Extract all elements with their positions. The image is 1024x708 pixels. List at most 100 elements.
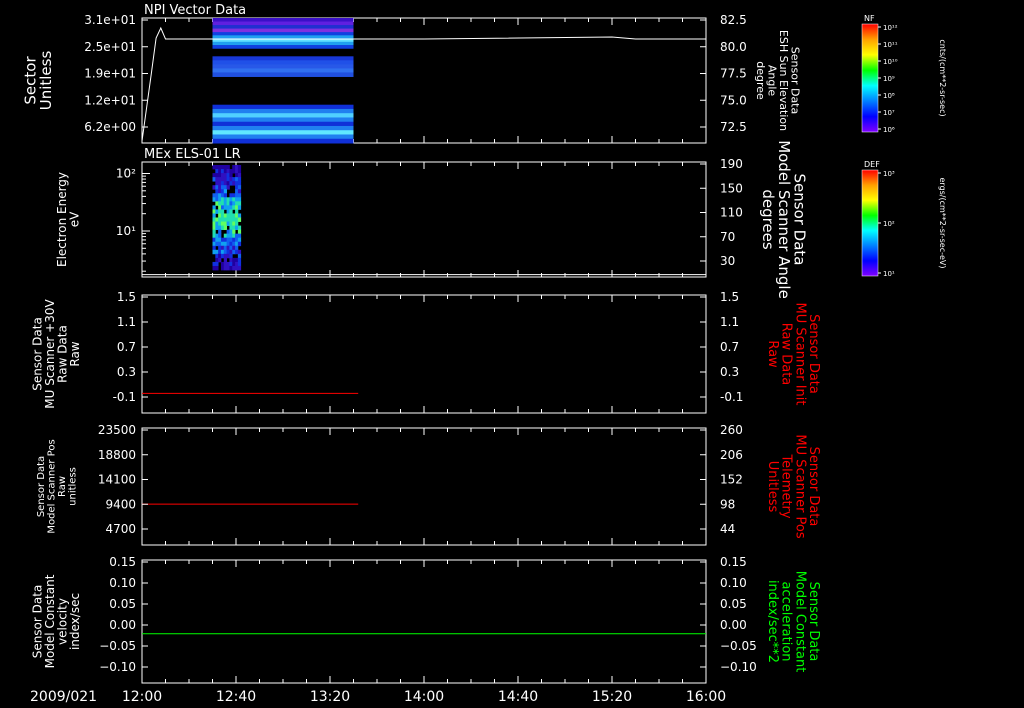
- heatmap-cell: [218, 173, 222, 178]
- panel-3: 1.5 1.1 0.7 0.3 -0.1 1.5 1.1 0.7 0.3 -0.1 Sensor D…: [30, 290, 821, 414]
- heatmap-cell: [226, 245, 230, 251]
- heatmap-cell: [223, 177, 227, 182]
- heatmap-cell: [215, 221, 219, 226]
- time-axis: 2009/021 12:00 12:40 13:20 14:00 14:40 15:20 16…: [30, 689, 726, 705]
- colorbar-scale: [861, 23, 879, 133]
- heatmap-cell: [212, 197, 216, 202]
- heatmap-cell: [223, 245, 227, 251]
- heatmap-cell: [232, 197, 236, 202]
- heatmap-cell: [215, 169, 219, 174]
- y2-axis-label: Sensor DataMU Scanner InitRaw DataRaw: [765, 303, 821, 406]
- heatmap-cell: [226, 213, 230, 218]
- y2-tick-label: 150: [720, 181, 743, 195]
- heatmap-cell: [223, 253, 227, 259]
- heatmap-cell: [237, 237, 242, 243]
- colorbar-unit-label: ergs/(cm**2-sr-sec-eV): [938, 177, 947, 268]
- heatmap-cell: [229, 209, 233, 214]
- panel-title: NPI Vector Data: [144, 3, 246, 18]
- panel-5: 0.15 0.10 0.05 0.00 −0.05 −0.10 0.15 0.10 0.05 0.…: [30, 555, 821, 684]
- colorbar-tick-label: 10⁸: [883, 92, 895, 100]
- heatmap-cell: [215, 261, 219, 267]
- colorbar-tick-label: 10⁷: [883, 109, 895, 117]
- heatmap-cell: [226, 249, 230, 255]
- heatmap-cell: [232, 225, 236, 231]
- heatmap-cell: [215, 257, 219, 263]
- heatmap-cell: [212, 72, 354, 77]
- colorbar-scale: [861, 169, 879, 277]
- heatmap-cell: [223, 241, 227, 247]
- heatmap-cell: [229, 177, 233, 182]
- heatmap-cell: [232, 229, 236, 235]
- heatmap-cell: [226, 253, 230, 259]
- heatmap-cell: [229, 197, 233, 202]
- y2-tick-label: 0.05: [720, 597, 747, 611]
- y2-tick-label: 1.5: [720, 290, 739, 304]
- y-axis-label: Electron EnergyeV: [55, 172, 82, 267]
- heatmap-cell: [237, 253, 242, 259]
- heatmap-cell: [229, 213, 233, 218]
- heatmap-cell: [218, 253, 222, 259]
- heatmap-cell: [226, 181, 230, 186]
- y-tick-label: -0.1: [113, 390, 136, 404]
- heatmap-cell: [229, 257, 233, 263]
- heatmap-cell: [226, 197, 230, 202]
- colorbar-tick-label: 10¹¹: [883, 41, 898, 49]
- heatmap-cell: [226, 237, 230, 243]
- heatmap-cell: [212, 130, 354, 135]
- heatmap-cell: [212, 68, 354, 73]
- heatmap-cell: [218, 237, 222, 243]
- heatmap-cell: [229, 249, 233, 255]
- colorbar-nf: NF 10¹² 10¹¹ 10¹⁰ 10⁹ 10⁸ 10⁷ 10⁶ cnts/(cm**2-sr…: [861, 14, 947, 134]
- heatmap-cell: [212, 104, 354, 110]
- heatmap-cell: [215, 193, 219, 198]
- heatmap-cell: [215, 177, 219, 182]
- heatmap-cell: [237, 201, 242, 206]
- heatmap-cell: [212, 221, 216, 226]
- heatmap-cell: [229, 225, 233, 231]
- heatmap-cell: [215, 237, 219, 243]
- heatmap-cell: [220, 253, 225, 259]
- heatmap-cell: [223, 189, 227, 194]
- heatmap-cell: [223, 221, 227, 226]
- heatmap-cell: [232, 241, 236, 247]
- heatmap-cell: [229, 253, 233, 259]
- heatmap-cell: [220, 221, 225, 226]
- heatmap-cell: [220, 181, 225, 186]
- heatmap-cell: [237, 185, 242, 190]
- time-tick-label: 14:40: [498, 689, 538, 705]
- heatmap-cell: [223, 217, 227, 222]
- heatmap-cell: [218, 241, 222, 247]
- heatmap-cell: [218, 177, 222, 182]
- heatmap-cell: [229, 245, 233, 251]
- heatmap-cell: [212, 117, 354, 123]
- axis-label-line: Sensor Data: [36, 456, 47, 517]
- heatmap-cell: [229, 193, 233, 198]
- heatmap-cell: [235, 249, 239, 255]
- heatmap-cell: [223, 185, 227, 190]
- heatmap-cell: [235, 173, 239, 178]
- heatmap-cell: [220, 169, 225, 174]
- heatmap-cell: [232, 205, 236, 210]
- heatmap-cell: [232, 201, 236, 206]
- heatmap-cell: [215, 217, 219, 222]
- heatmap-cell: [212, 173, 216, 178]
- heatmap-cell: [212, 56, 354, 61]
- heatmap-cell: [223, 265, 227, 271]
- time-tick-label: 14:00: [404, 689, 444, 705]
- axis-label-line: unitless: [67, 467, 78, 506]
- heatmap-cell: [232, 249, 236, 255]
- panel-frame: [141, 294, 707, 414]
- heatmap-cell: [215, 173, 219, 178]
- heatmap-cell: [235, 221, 239, 226]
- heatmap-cell: [220, 197, 225, 202]
- heatmap-cell: [226, 177, 230, 182]
- heatmap-cell: [220, 193, 225, 198]
- y-tick-label: 1.1: [117, 315, 136, 329]
- heatmap-cell: [235, 209, 239, 214]
- heatmap-cell: [218, 181, 222, 186]
- heatmap-cell: [235, 165, 239, 170]
- heatmap-cell: [226, 229, 230, 235]
- heatmap-cell: [223, 249, 227, 255]
- y2-tick-label: 260: [720, 423, 743, 437]
- heatmap-cell: [220, 165, 225, 170]
